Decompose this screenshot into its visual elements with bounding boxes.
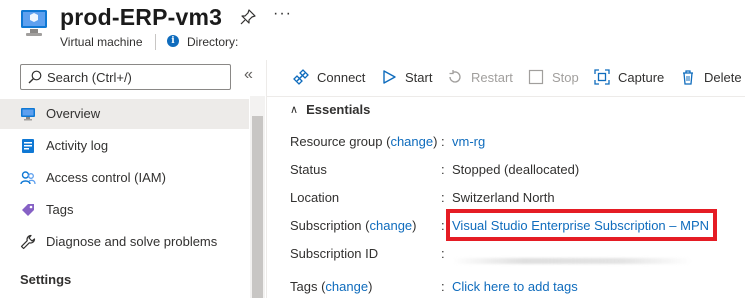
start-label: Start (405, 69, 433, 85)
row-colon: : (441, 246, 445, 261)
essentials-row-location: Location : Switzerland North (290, 188, 745, 208)
delete-button[interactable]: Delete (680, 66, 742, 88)
sidebar-item-activity-log[interactable]: Activity log (0, 131, 249, 161)
search-input[interactable]: Search (Ctrl+/) (20, 64, 231, 90)
more-options-icon[interactable]: ··· (273, 5, 292, 23)
row-colon: : (441, 162, 445, 177)
search-placeholder: Search (Ctrl+/) (47, 70, 132, 85)
restart-label: Restart (471, 69, 513, 85)
play-icon (383, 70, 396, 84)
start-button[interactable]: Start (381, 66, 432, 88)
subtitle-divider (155, 34, 156, 50)
row-colon: : (441, 218, 445, 233)
people-icon (20, 171, 36, 185)
search-icon (28, 70, 42, 84)
monitor-icon (21, 108, 35, 121)
essentials-row-resource-group: Resource group (change) : vm-rg (290, 134, 486, 149)
highlight-box (446, 209, 717, 241)
resource-group-label: Resource group (290, 134, 383, 149)
capture-label: Capture (618, 69, 665, 85)
delete-label: Delete (704, 69, 742, 85)
essentials-toggle[interactable]: ∧ Essentials (290, 102, 370, 117)
location-label: Location (290, 190, 340, 205)
resource-type-label: Virtual machine (60, 35, 143, 49)
wrench-icon (20, 234, 36, 250)
sidebar-item-tags[interactable]: Tags (0, 195, 249, 225)
essentials-row-tags: Tags (change) : Click here to add tags (290, 279, 578, 294)
row-colon: : (441, 190, 445, 205)
sidebar-item-overview[interactable]: Overview (0, 99, 249, 129)
location-value: Switzerland North (452, 190, 555, 205)
subscription-id-label: Subscription ID (290, 246, 379, 261)
sidebar-item-label: Activity log (46, 138, 109, 153)
sidebar-item-label: Tags (46, 202, 74, 217)
tags-label: Tags (290, 279, 318, 294)
toolbar-divider (267, 96, 745, 97)
stop-label: Stop (552, 69, 579, 85)
essentials-row-status: Status : Stopped (deallocated) (290, 160, 745, 180)
collapse-sidebar-icon[interactable]: « (244, 66, 253, 84)
sidebar-item-label: Overview (46, 106, 101, 121)
stop-icon (528, 69, 544, 85)
add-tags-link[interactable]: Click here to add tags (452, 279, 578, 294)
tags-change-link[interactable]: change (325, 279, 368, 294)
essentials-heading: Essentials (306, 102, 371, 117)
activity-log-icon (22, 139, 34, 153)
redacted-blur (452, 258, 692, 264)
pin-icon[interactable] (240, 9, 256, 25)
connect-label: Connect (317, 69, 366, 85)
sidebar-section-settings: Settings (20, 272, 72, 287)
status-value: Stopped (deallocated) (452, 162, 580, 177)
row-colon: : (441, 134, 445, 149)
status-label: Status (290, 162, 327, 177)
sidebar-item-diagnose[interactable]: Diagnose and solve problems (0, 227, 249, 257)
capture-button[interactable]: Capture (594, 66, 664, 88)
info-icon: i (167, 35, 179, 47)
restart-icon (449, 70, 461, 83)
sidebar-item-label: Diagnose and solve problems (46, 234, 218, 249)
tag-icon (22, 204, 34, 216)
subscription-label: Subscription (290, 218, 362, 233)
subscription-change-link[interactable]: change (370, 218, 413, 233)
capture-icon (594, 69, 610, 85)
chevron-up-icon: ∧ (290, 104, 299, 116)
resource-group-value-link[interactable]: vm-rg (452, 134, 485, 149)
row-colon: : (441, 279, 445, 294)
connect-icon (293, 69, 309, 85)
directory-label: Directory: (187, 35, 239, 49)
sidebar-item-label: Access control (IAM) (46, 170, 166, 185)
sidebar-scrollbar-thumb[interactable] (252, 116, 263, 298)
restart-button[interactable]: Restart (447, 66, 513, 88)
stop-button[interactable]: Stop (528, 66, 579, 88)
virtual-machine-icon (21, 10, 47, 36)
sidebar-item-access-control[interactable]: Access control (IAM) (0, 163, 249, 193)
page-title: prod-ERP-vm3 (60, 4, 223, 30)
trash-icon (683, 70, 693, 85)
resource-group-change-link[interactable]: change (390, 134, 433, 149)
connect-button[interactable]: Connect (293, 66, 365, 88)
